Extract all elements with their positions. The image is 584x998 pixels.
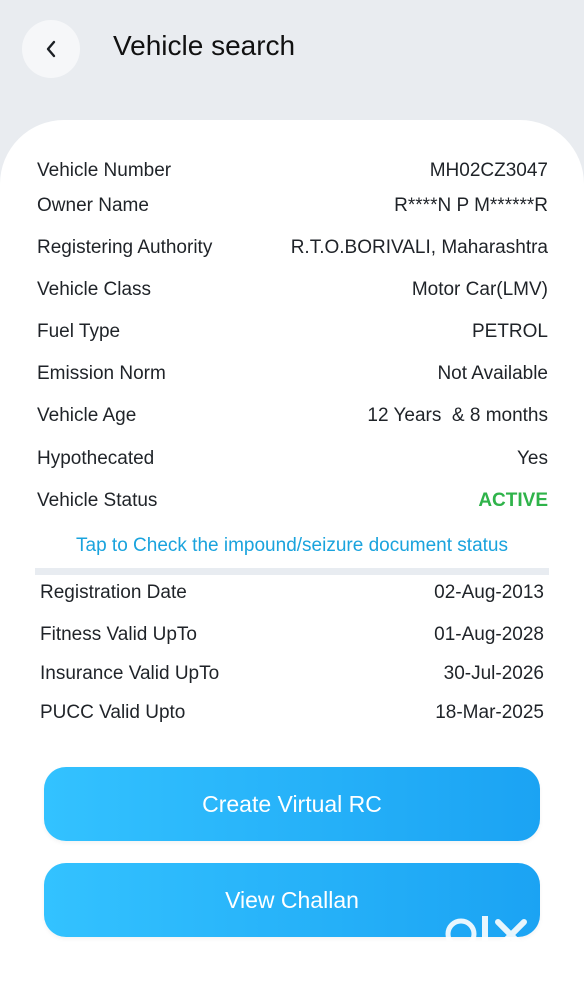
section-divider xyxy=(35,568,549,575)
detail-label: Fuel Type xyxy=(37,321,121,342)
detail-value: MH02CZ3047 xyxy=(429,160,548,181)
detail-value: 12 Years & 8 months xyxy=(367,405,548,426)
validity-label: PUCC Valid Upto xyxy=(40,702,186,723)
detail-value: Motor Car(LMV) xyxy=(411,279,548,300)
detail-value: R.T.O.BORIVALI, Maharashtra xyxy=(290,237,548,258)
detail-label: Hypothecated xyxy=(37,448,155,469)
detail-value: PETROL xyxy=(471,321,548,342)
validity-label: Registration Date xyxy=(40,582,187,603)
detail-label: Vehicle Status xyxy=(37,490,158,511)
chevron-left-icon xyxy=(46,40,56,58)
watermark-region: INDIA xyxy=(514,952,536,958)
validity-label: Insurance Valid UpTo xyxy=(40,663,220,684)
detail-row-registering-authority: Registering Authority R.T.O.BORIVALI, Ma… xyxy=(37,233,548,263)
validity-row-pucc: PUCC Valid Upto 18-Mar-2025 xyxy=(40,698,544,728)
detail-label: Vehicle Class xyxy=(37,279,152,300)
detail-row-vehicle-number: Vehicle Number MH02CZ3047 xyxy=(37,156,548,186)
create-virtual-rc-button[interactable]: Create Virtual RC xyxy=(44,767,540,841)
validity-value: 01-Aug-2028 xyxy=(434,624,544,645)
validity-row-registration-date: Registration Date 02-Aug-2013 xyxy=(40,578,544,608)
detail-row-vehicle-class: Vehicle Class Motor Car(LMV) xyxy=(37,275,548,305)
validity-value: 02-Aug-2013 xyxy=(434,582,544,603)
detail-row-emission-norm: Emission Norm Not Available xyxy=(37,359,548,389)
detail-label: Owner Name xyxy=(37,195,149,216)
olx-logo-icon xyxy=(445,916,527,951)
detail-row-hypothecated: Hypothecated Yes xyxy=(37,444,548,474)
validity-row-insurance: Insurance Valid UpTo 30-Jul-2026 xyxy=(40,659,544,689)
detail-row-fuel-type: Fuel Type PETROL xyxy=(37,317,548,347)
validity-value: 18-Mar-2025 xyxy=(435,702,544,723)
page-title: Vehicle search xyxy=(113,30,296,61)
olx-watermark: INDIA xyxy=(444,910,550,962)
detail-value: R****N P M******R xyxy=(394,195,548,216)
detail-row-vehicle-status: Vehicle Status ACTIVE xyxy=(37,486,548,516)
status-badge: ACTIVE xyxy=(478,490,548,511)
back-button[interactable] xyxy=(22,20,80,78)
detail-value: Yes xyxy=(517,448,548,469)
app-header: Vehicle search xyxy=(0,0,584,120)
impound-status-link[interactable]: Tap to Check the impound/seizure documen… xyxy=(0,531,584,561)
detail-label: Emission Norm xyxy=(37,363,166,384)
detail-label: Vehicle Number xyxy=(37,160,172,181)
detail-value: Not Available xyxy=(437,363,548,384)
detail-row-vehicle-age: Vehicle Age 12 Years & 8 months xyxy=(37,401,548,431)
detail-label: Vehicle Age xyxy=(37,405,137,426)
detail-row-owner-name: Owner Name R****N P M******R xyxy=(37,191,548,221)
detail-label: Registering Authority xyxy=(37,237,213,258)
validity-row-fitness: Fitness Valid UpTo 01-Aug-2028 xyxy=(40,620,544,650)
validity-value: 30-Jul-2026 xyxy=(443,663,544,684)
validity-label: Fitness Valid UpTo xyxy=(40,624,197,645)
